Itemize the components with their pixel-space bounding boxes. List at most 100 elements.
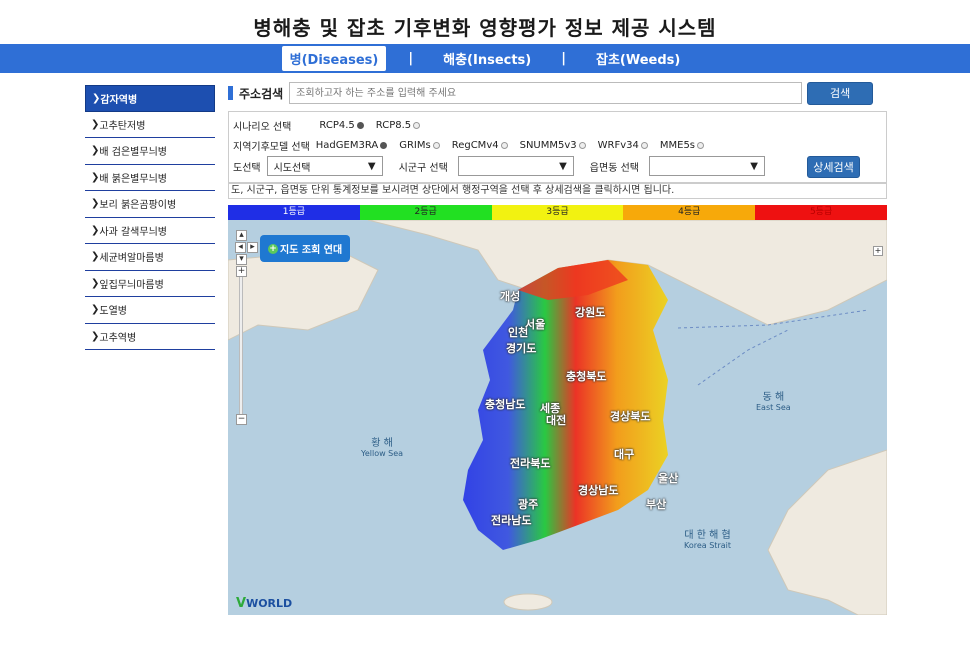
tab-weeds[interactable]: 잡초(Weeds) <box>588 46 688 71</box>
sidebar-item-label: 보리 붉은곰팡이병 <box>99 200 177 212</box>
scenario-label: 시나리오 선택 <box>233 122 292 133</box>
disease-sidebar: ❯ 감자역병 ❯ 고추탄저병 ❯ 배 검은별무늬병 ❯ 배 붉은별무늬병 ❯ 보리 붉은곰… <box>85 85 215 350</box>
radio-rcp45[interactable]: RCP4.5 <box>319 120 364 131</box>
vworld-logo: VWORLD <box>236 596 293 611</box>
sidebar-item-apple-blotch[interactable]: ❯ 사과 갈색무늬병 <box>85 218 215 244</box>
region-label: 개성 <box>500 290 521 303</box>
region-label: 경상북도 <box>610 410 651 423</box>
chevron-right-icon: ❯ <box>91 118 100 130</box>
radio-label: RegCMv4 <box>451 140 499 151</box>
region-label: 광주 <box>518 498 539 511</box>
risk-map[interactable]: ▴ ◂ ▸ ▾ + − + 지도 조회 연대 + 개성 인천 서울 강원도 경기도… <box>228 220 887 615</box>
address-search-input[interactable] <box>289 82 803 104</box>
sidebar-item-label: 배 붉은별무늬병 <box>99 173 167 185</box>
region-label: 전라남도 <box>491 514 532 527</box>
radio-grims[interactable]: GRIMs <box>399 140 440 151</box>
nav-separator: | <box>561 51 566 66</box>
zoom-slider[interactable] <box>239 270 243 418</box>
sea-label-east: 동 해 East Sea <box>756 392 791 412</box>
city-select[interactable]: ▼ <box>457 156 574 176</box>
sidebar-item-pepper-phytophthora[interactable]: ❯ 고추역병 <box>85 324 215 350</box>
select-value: 시도선택 <box>273 162 311 174</box>
sidebar-item-sheath-blight[interactable]: ❯ 잎집무늬마름병 <box>85 271 215 297</box>
pan-up-icon[interactable]: ▴ <box>236 230 247 241</box>
radio-empty-icon <box>432 142 440 149</box>
region-label: 울산 <box>658 472 679 485</box>
search-label: 주소검색 <box>239 86 284 101</box>
section-marker <box>228 86 233 100</box>
legend-grade-2: 2등급 <box>359 205 492 220</box>
chevron-right-icon: ❯ <box>91 171 100 183</box>
sidebar-item-pepper-anthracnose[interactable]: ❯ 고추탄저병 <box>85 112 215 138</box>
zoom-in-icon[interactable]: + <box>236 266 247 277</box>
tab-insects[interactable]: 해충(Insects) <box>435 46 539 71</box>
town-label: 읍면동 선택 <box>589 162 639 174</box>
zoom-out-icon[interactable]: − <box>236 414 247 425</box>
radio-label: WRFv34 <box>597 140 639 151</box>
address-search: 주소검색 검색 <box>228 80 883 106</box>
region-label: 충청남도 <box>485 398 526 411</box>
pan-left-icon[interactable]: ◂ <box>235 242 246 253</box>
sidebar-item-rice-blast[interactable]: ❯ 도열병 <box>85 297 215 324</box>
region-label: 경기도 <box>506 342 537 355</box>
radio-wrfv34[interactable]: WRFv34 <box>598 140 648 151</box>
radio-snumm5v3[interactable]: SNUMM5v3 <box>520 140 586 151</box>
pan-right-icon[interactable]: ▸ <box>247 242 258 253</box>
options-panel: 시나리오 선택 RCP4.5 RCP8.5 지역기후모델 선택 HadGEM3R… <box>228 111 887 183</box>
chevron-right-icon: ❯ <box>91 198 100 210</box>
map-period-button[interactable]: + 지도 조회 연대 <box>260 235 351 262</box>
province-select[interactable]: 시도선택 ▼ <box>266 156 383 176</box>
sea-label-yellow: 황 해 Yellow Sea <box>361 438 404 458</box>
region-label: 부산 <box>646 498 667 511</box>
chevron-right-icon: ❯ <box>92 92 101 104</box>
sidebar-item-barley-scab[interactable]: ❯ 보리 붉은곰팡이병 <box>85 191 215 218</box>
sidebar-item-label: 도열병 <box>99 306 127 318</box>
sidebar-item-label: 잎집무늬마름병 <box>99 279 164 291</box>
detail-search-button[interactable]: 상세검색 <box>807 156 860 178</box>
legend-grade-3: 3등급 <box>491 205 624 220</box>
radio-label: RCP4.5 <box>319 120 355 131</box>
notice-text: 도, 시군구, 읍면동 단위 통계정보를 보시려면 상단에서 행정구역을 선택 … <box>228 183 887 199</box>
tab-diseases[interactable]: 병(Diseases) <box>281 46 387 71</box>
scenario-row: 시나리오 선택 RCP4.5 RCP8.5 <box>233 118 432 133</box>
region-label: 전라북도 <box>510 457 551 470</box>
radio-selected-icon <box>380 142 388 149</box>
legend-grade-4: 4등급 <box>623 205 756 220</box>
dropdown-arrow-icon: ▼ <box>367 160 376 172</box>
radio-rcp85[interactable]: RCP8.5 <box>376 120 421 131</box>
province-label: 도선택 <box>233 162 261 174</box>
sidebar-item-label: 세균벼알마름병 <box>99 253 164 265</box>
region-label: 대전 <box>546 414 567 427</box>
land-japan <box>767 449 887 615</box>
pan-down-icon[interactable]: ▾ <box>236 254 247 265</box>
map-period-label: 지도 조회 연대 <box>280 245 343 256</box>
model-label: 지역기후모델 선택 <box>233 142 310 153</box>
radio-empty-icon <box>500 142 508 149</box>
plus-icon: + <box>268 243 278 254</box>
sidebar-item-bacterial-grain-rot[interactable]: ❯ 세균벼알마름병 <box>85 244 215 271</box>
radio-regcmv4[interactable]: RegCMv4 <box>452 140 508 151</box>
expand-icon[interactable]: + <box>873 246 883 256</box>
chevron-right-icon: ❯ <box>91 251 100 263</box>
main-nav: 병(Diseases) | 해충(Insects) | 잡초(Weeds) <box>0 44 970 73</box>
region-label: 서울 <box>525 318 546 331</box>
dropdown-arrow-icon: ▼ <box>750 160 758 172</box>
dropdown-arrow-icon: ▼ <box>559 160 567 172</box>
region-label: 경상남도 <box>578 484 619 497</box>
legend-grade-1: 1등급 <box>228 205 360 220</box>
sidebar-item-label: 배 검은별무늬병 <box>99 147 167 159</box>
search-button[interactable]: 검색 <box>807 81 874 105</box>
radio-empty-icon <box>413 122 421 129</box>
sidebar-item-potato-late-blight[interactable]: ❯ 감자역병 <box>85 85 215 112</box>
radio-label: SNUMM5v3 <box>519 140 577 151</box>
radio-hadgem3ra[interactable]: HadGEM3RA <box>316 140 388 151</box>
radio-label: GRIMs <box>399 140 431 151</box>
radio-mme5s[interactable]: MME5s <box>660 140 705 151</box>
model-row: 지역기후모델 선택 HadGEM3RA GRIMs RegCMv4 SNUMM5… <box>233 138 716 153</box>
sidebar-item-pear-rust[interactable]: ❯ 배 붉은별무늬병 <box>85 165 215 191</box>
town-select[interactable]: ▼ <box>648 156 765 176</box>
radio-empty-icon <box>697 142 705 149</box>
chevron-right-icon: ❯ <box>91 304 100 316</box>
sidebar-item-pear-scab[interactable]: ❯ 배 검은별무늬병 <box>85 138 215 165</box>
chevron-right-icon: ❯ <box>91 330 100 342</box>
